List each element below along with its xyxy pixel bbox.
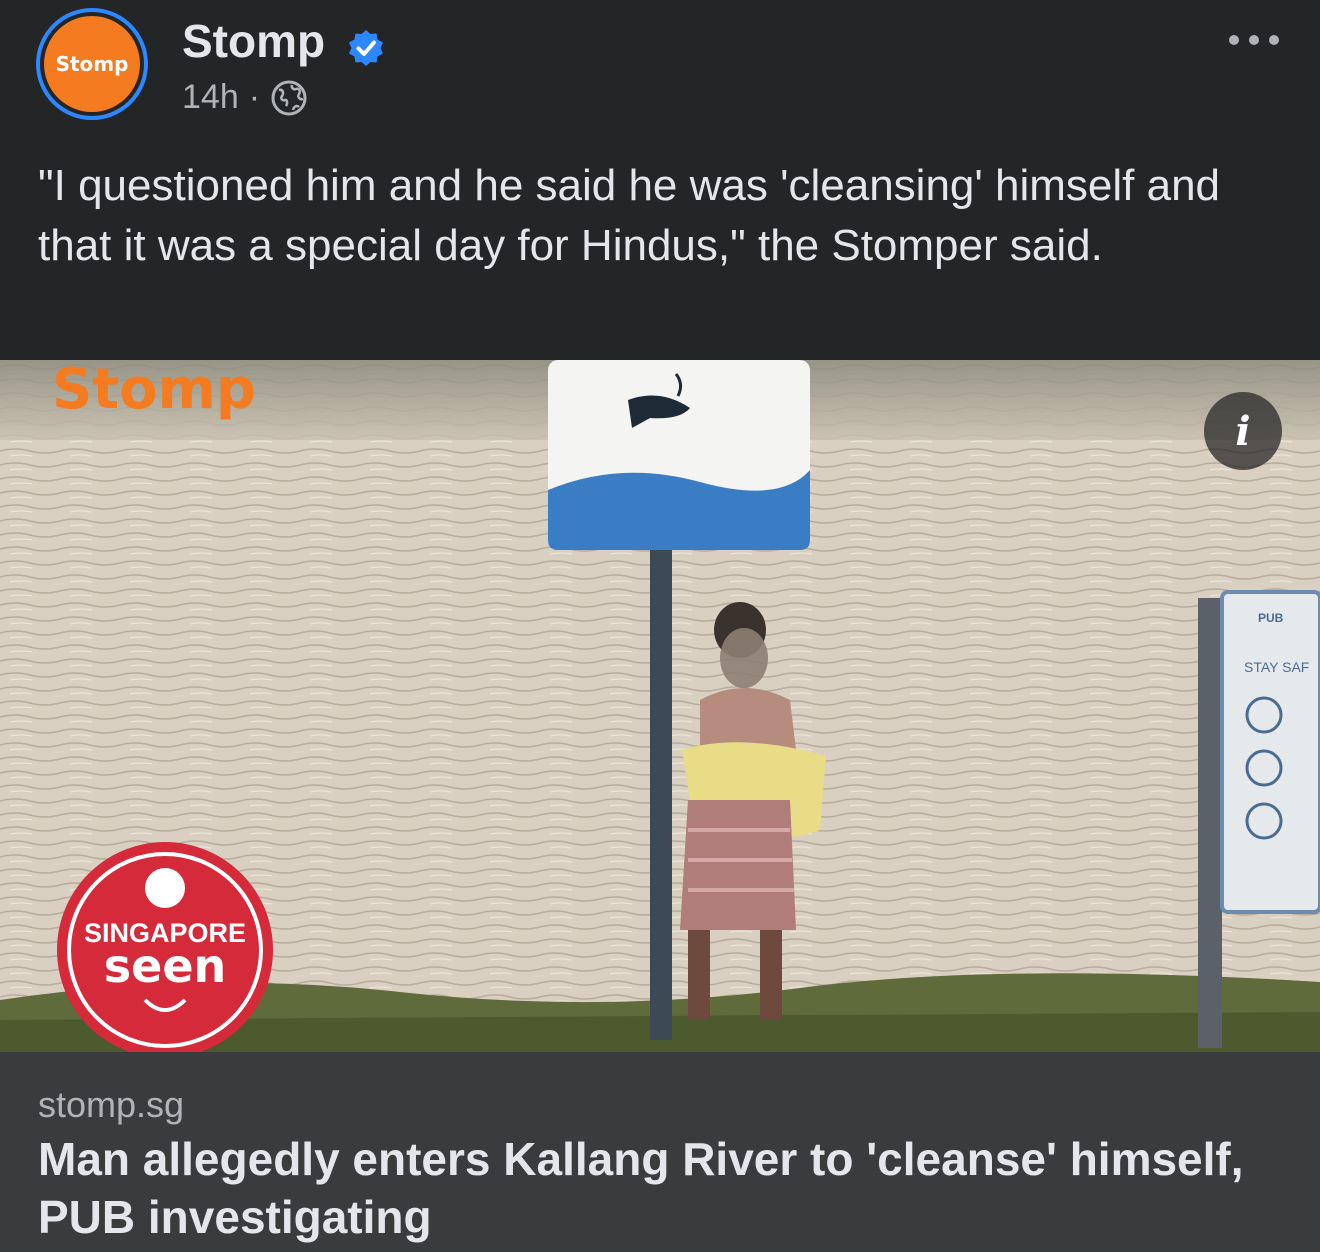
post-time[interactable]: 14h bbox=[182, 78, 239, 117]
sign-stay-safe-text: STAY SAF bbox=[1244, 659, 1309, 675]
more-options-icon[interactable] bbox=[1226, 26, 1282, 54]
post-meta: 14h · bbox=[182, 78, 308, 117]
link-headline[interactable]: Man allegedly enters Kallang River to 'c… bbox=[38, 1130, 1288, 1246]
link-domain: stomp.sg bbox=[38, 1084, 185, 1125]
post-image[interactable]: STAY SAF PUB Stomp SINGAPORE seen bbox=[0, 360, 1320, 1052]
verified-badge-icon bbox=[349, 30, 383, 66]
page-avatar[interactable]: Stomp bbox=[36, 8, 148, 120]
singapore-seen-badge: SINGAPORE seen bbox=[57, 842, 273, 1052]
page-name[interactable]: Stomp bbox=[182, 14, 325, 68]
globe-icon bbox=[271, 80, 307, 115]
avatar-logo: Stomp bbox=[44, 16, 140, 112]
post-caption: "I questioned him and he said he was 'cl… bbox=[38, 161, 1221, 270]
meta-separator: · bbox=[248, 78, 261, 116]
info-icon[interactable]: i bbox=[1204, 392, 1282, 470]
post-header: Stomp Stomp 14h · bbox=[0, 0, 1320, 130]
sign-brand-text: PUB bbox=[1258, 611, 1284, 625]
facebook-post: Stomp Stomp 14h · "I questioned him and … bbox=[0, 0, 1320, 1252]
stomp-watermark: Stomp bbox=[52, 360, 256, 422]
river-scene-image: STAY SAF PUB Stomp SINGAPORE seen bbox=[0, 360, 1320, 1052]
badge-bottom-text: seen bbox=[104, 939, 227, 993]
